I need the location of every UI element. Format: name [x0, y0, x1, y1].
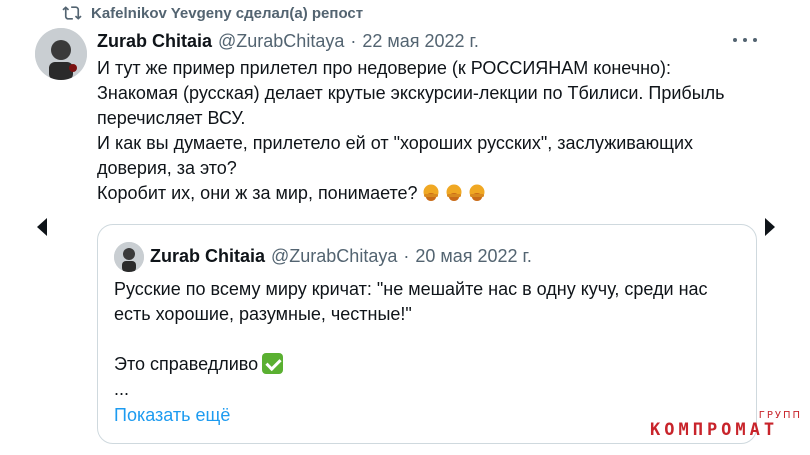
- watermark-logo: ГРУПП КОМПРОМАТ: [650, 410, 802, 450]
- author-handle[interactable]: @ZurabChitaya: [218, 31, 344, 52]
- repost-banner[interactable]: Kafelnikov Yevgeny сделал(а) репост: [62, 2, 363, 24]
- tweet-line: Знакомая (русская) делает крутые экскурс…: [97, 83, 725, 103]
- quote-author-handle[interactable]: @ZurabChitaya: [271, 246, 397, 267]
- chevron-right-icon[interactable]: [765, 218, 775, 236]
- avatar[interactable]: [35, 28, 87, 80]
- quote-last-line: Это справедливо: [114, 352, 744, 377]
- repost-icon: [62, 6, 82, 20]
- show-more-link[interactable]: Показать ещё: [114, 405, 230, 426]
- quote-text: Русские по всему миру кричат: "не мешайт…: [114, 277, 744, 402]
- quote-line: Это справедливо: [114, 354, 259, 374]
- tweet-line: И как вы думаете, прилетело ей от "хорош…: [97, 133, 694, 153]
- quote-line: Русские по всему миру кричат: "не мешайт…: [114, 279, 708, 299]
- tweet-last-line: Коробит их, они ж за мир, понимаете?: [97, 181, 747, 206]
- quote-line: есть хорошие, разумные, честные!": [114, 304, 412, 324]
- tweet-header: Zurab Chitaia @ZurabChitaya · 22 мая 202…: [97, 28, 479, 54]
- tweet-line: доверия, за это?: [97, 158, 237, 178]
- quote-header: Zurab Chitaia @ZurabChitaya · 20 мая 202…: [150, 243, 532, 269]
- watermark-main: КОМПРОМАТ: [650, 420, 779, 440]
- tweet-date[interactable]: 22 мая 2022 г.: [362, 31, 479, 52]
- vomiting-face-emoji: [446, 184, 462, 201]
- tweet-line: Коробит их, они ж за мир, понимаете?: [97, 183, 418, 203]
- quote-spacer: [114, 327, 744, 352]
- chevron-left-icon[interactable]: [37, 218, 47, 236]
- tweet-line: перечисляет ВСУ.: [97, 108, 246, 128]
- quote-separator: ·: [403, 245, 410, 266]
- separator: ·: [350, 30, 357, 51]
- quote-avatar[interactable]: [114, 242, 144, 272]
- author-name[interactable]: Zurab Chitaia: [97, 31, 212, 52]
- more-icon[interactable]: [733, 30, 757, 50]
- quote-author-name[interactable]: Zurab Chitaia: [150, 246, 265, 267]
- quote-ellipsis: ...: [114, 379, 130, 399]
- vomiting-face-emoji: [423, 184, 439, 201]
- tweet-text: И тут же пример прилетел про недоверие (…: [97, 56, 747, 206]
- quote-date[interactable]: 20 мая 2022 г.: [415, 246, 532, 267]
- repost-text: Kafelnikov Yevgeny сделал(а) репост: [91, 4, 364, 22]
- vomiting-face-emoji: [469, 184, 485, 201]
- tweet-line: И тут же пример прилетел про недоверие (…: [97, 58, 672, 78]
- check-mark-emoji: [262, 353, 284, 374]
